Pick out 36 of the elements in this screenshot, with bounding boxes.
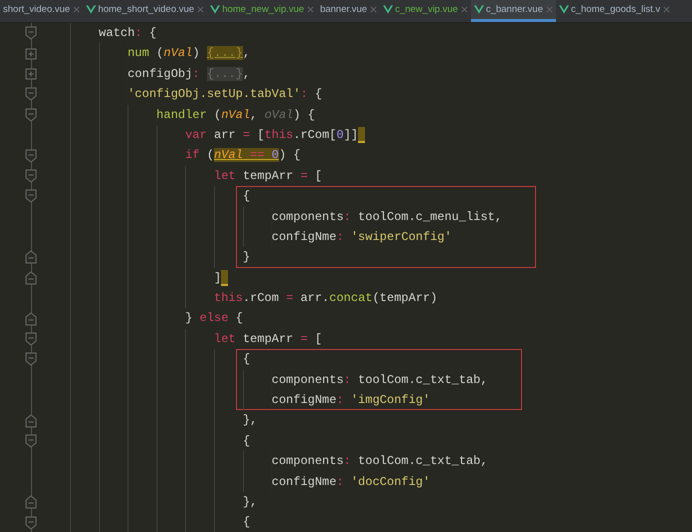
vue-file-icon: [474, 5, 484, 14]
fold-icon[interactable]: [25, 108, 37, 122]
fold-icon[interactable]: [25, 414, 37, 428]
fold-icon[interactable]: [25, 352, 37, 366]
file-tab[interactable]: c_home_goods_list.v: [556, 0, 674, 22]
fold-icon[interactable]: [25, 168, 37, 183]
fold-icon[interactable]: [25, 250, 37, 264]
close-icon[interactable]: [73, 6, 80, 13]
file-tab[interactable]: c_banner.vue: [470, 0, 556, 22]
fold-icon[interactable]: [25, 189, 37, 204]
fold-icon[interactable]: [25, 495, 37, 510]
file-tab[interactable]: c_new_vip.vue: [380, 0, 471, 22]
expand-icon[interactable]: [25, 68, 37, 80]
fold-icon[interactable]: [25, 516, 37, 530]
file-tab[interactable]: banner.vue: [317, 0, 380, 22]
vue-file-icon: [383, 5, 394, 14]
close-icon[interactable]: [307, 6, 314, 13]
fold-icon[interactable]: [25, 312, 37, 326]
vue-file-icon: [558, 5, 569, 14]
expand-icon[interactable]: [25, 48, 37, 60]
close-icon[interactable]: [546, 6, 553, 13]
file-tab[interactable]: short_video.vue: [0, 0, 84, 22]
fold-icon[interactable]: [25, 434, 37, 448]
close-icon[interactable]: [663, 6, 670, 13]
fold-icon[interactable]: [25, 270, 37, 285]
close-icon[interactable]: [460, 6, 468, 13]
file-tab[interactable]: home_short_video.vue: [83, 0, 208, 22]
file-tab[interactable]: home_new_vip.vue: [207, 0, 318, 22]
vue-file-icon: [210, 5, 220, 14]
fold-icon[interactable]: [25, 148, 37, 163]
fold-icon[interactable]: [25, 87, 37, 102]
close-icon[interactable]: [370, 6, 378, 13]
fold-icon[interactable]: [25, 332, 37, 346]
close-icon[interactable]: [197, 6, 204, 13]
fold-icon[interactable]: [25, 26, 37, 40]
vue-file-icon: [86, 5, 96, 14]
